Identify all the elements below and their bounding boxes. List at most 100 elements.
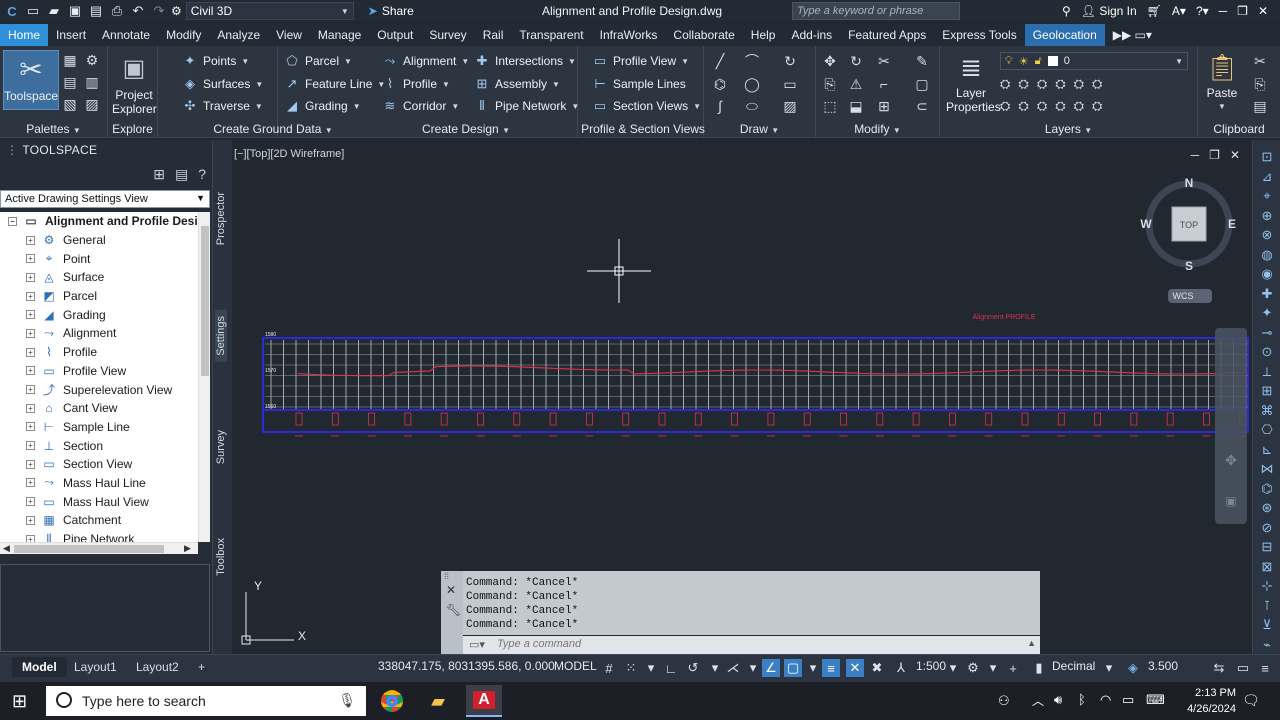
transparent-tool-icon[interactable]: ⌬ [1258, 480, 1276, 498]
transparent-tool-icon[interactable]: ⊞ [1258, 382, 1276, 400]
tab-view[interactable]: View [268, 24, 310, 46]
transparent-tool-icon[interactable]: ⎔ [1258, 421, 1276, 439]
transparent-tool-icon[interactable]: ⊾ [1258, 441, 1276, 459]
layer-unlock-icon[interactable]: ⛭ [1092, 98, 1102, 114]
toolspace-button[interactable]: ✂ Toolspace [3, 50, 59, 110]
tab-insert[interactable]: Insert [48, 24, 94, 46]
compass-west[interactable]: W [1140, 217, 1152, 231]
expand-icon[interactable]: + [26, 403, 35, 413]
settings-icon[interactable]: ⚙ [84, 52, 100, 68]
line-icon[interactable]: ╱ [712, 53, 728, 69]
tab-model[interactable]: Model [12, 657, 67, 677]
transparent-tool-icon[interactable]: ⋈ [1258, 460, 1276, 478]
expand-icon[interactable]: + [26, 347, 35, 357]
section-views-button[interactable]: ▭ Section Views ▼ [592, 98, 701, 114]
expand-icon[interactable]: + [26, 478, 35, 488]
tab-settings[interactable]: Settings [215, 310, 227, 362]
transparent-tool-icon[interactable]: ⌘ [1258, 402, 1276, 420]
transparent-tool-icon[interactable]: ⊡ [1258, 148, 1276, 166]
toolspace-view-select[interactable]: Active Drawing Settings View ▼ [0, 190, 210, 208]
chevron-down-icon[interactable]: ▾ [984, 659, 1002, 677]
array-icon[interactable]: ⊞ [876, 98, 892, 114]
tab-annotate[interactable]: Annotate [94, 24, 158, 46]
units-display[interactable]: Decimal [1052, 659, 1095, 673]
expand-icon[interactable]: + [26, 328, 35, 338]
help-icon[interactable]: ?▾ [1196, 4, 1209, 18]
layer-lock-icon[interactable]: ⛭ [1092, 76, 1102, 92]
scroll-right-icon[interactable]: ▶ [184, 543, 191, 554]
project-explorer-button[interactable]: ▣ Project Explorer [112, 52, 157, 117]
expand-icon[interactable]: + [26, 254, 35, 264]
transparent-tool-icon[interactable]: ⊙ [1258, 343, 1276, 361]
layer-thaw-icon[interactable]: ⛭ [1074, 98, 1084, 114]
offset-icon[interactable]: ⊂ [914, 98, 930, 114]
workspace-dropdown[interactable]: Civil 3D ▼ [185, 2, 354, 20]
tree-item-sample-line[interactable]: + ⊢ Sample Line [0, 418, 210, 437]
tab-rail[interactable]: Rail [475, 24, 512, 46]
annotation-scale[interactable]: 1:500 [916, 659, 946, 673]
profile-button[interactable]: ⌇ Profile ▼ [382, 76, 450, 92]
move-icon[interactable]: ✥ [822, 53, 838, 69]
tab-layout2[interactable]: Layout2 [126, 657, 189, 677]
microphone-icon[interactable]: 🎙︎ [338, 692, 356, 709]
pan-icon[interactable]: ✥ [1225, 453, 1237, 469]
tab-express-tools[interactable]: Express Tools [934, 24, 1024, 46]
tree-options-icon[interactable]: ⊞ [153, 166, 165, 183]
data-shortcuts-icon[interactable]: ▧ [62, 96, 78, 112]
erase-icon[interactable]: ✎ [914, 53, 930, 69]
clean-screen-icon[interactable]: ▭ [1234, 659, 1252, 677]
customization-icon[interactable]: ≡ [1256, 659, 1274, 677]
object-snap-icon[interactable]: ▢ [784, 659, 802, 677]
annotation-visibility-icon[interactable]: ✖ [868, 659, 886, 677]
hatch-icon[interactable]: ▨ [782, 98, 798, 114]
grip-icon[interactable]: ⋮ [6, 143, 18, 157]
customize-icon[interactable]: 🔧︎ [446, 603, 461, 617]
units-icon[interactable]: ▮ [1030, 659, 1048, 677]
search-icon[interactable]: ⚲ [1062, 4, 1071, 18]
viewcube[interactable]: TOP N S W E WCS [1140, 176, 1236, 303]
autocad-app-icon[interactable]: A [466, 685, 502, 717]
feature-line-button[interactable]: ↗ Feature Line ▼ [284, 76, 386, 92]
expand-icon[interactable]: + [26, 422, 35, 432]
quick-properties-icon[interactable]: ⇆ [1210, 659, 1228, 677]
layer-off-icon[interactable]: ⛭ [1055, 76, 1065, 92]
tree-item-point[interactable]: + ⌖ Point [0, 249, 210, 268]
grip-icon[interactable]: ⁞⁞ [444, 571, 449, 581]
draw-title[interactable]: Draw ▼ [704, 122, 815, 136]
minimize-button[interactable]: ─ [1219, 4, 1228, 18]
layer-merge-icon[interactable]: ⛭ [1018, 98, 1028, 114]
chevron-down-icon[interactable]: ▾ [944, 659, 962, 677]
tab-featured-apps[interactable]: Featured Apps [840, 24, 934, 46]
intersections-button[interactable]: ✚ Intersections ▼ [474, 53, 576, 69]
workspace-gear-icon[interactable]: ⚙ [964, 659, 982, 677]
selection-cycling-icon[interactable]: ✕ [846, 659, 864, 677]
ribbon-overflow-icon[interactable]: ▶▶ ▭▾ [1105, 24, 1160, 46]
tree-item-pipe-network[interactable]: + ⫴ Pipe Network [0, 530, 210, 542]
transparent-tool-icon[interactable]: ⟂ [1258, 363, 1276, 381]
object-snap-tracking-icon[interactable]: ∠ [762, 659, 780, 677]
lineweight-icon[interactable]: ≡ [822, 659, 840, 677]
sample-lines-button[interactable]: ⊢ Sample Lines [592, 76, 685, 92]
share-button[interactable]: ➤ Share [368, 4, 414, 18]
people-icon[interactable]: ⚇ [998, 693, 1010, 709]
transparent-tool-icon[interactable]: ⊗ [1258, 226, 1276, 244]
corridor-button[interactable]: ≋ Corridor ▼ [382, 98, 460, 114]
transparent-tool-icon[interactable]: ◍ [1258, 246, 1276, 264]
chevron-up-icon[interactable]: ︿ [1032, 692, 1044, 709]
tree-item-profile-view[interactable]: + ▭ Profile View [0, 362, 210, 381]
notifications-icon[interactable]: 🗨︎ [1242, 692, 1260, 709]
polygon-icon[interactable]: ⌬ [712, 76, 728, 92]
tree-item-alignment[interactable]: + ⤳ Alignment [0, 324, 210, 343]
help-icon[interactable]: ? [198, 166, 206, 183]
scroll-left-icon[interactable]: ◀ [3, 543, 10, 554]
cut-icon[interactable]: ✂ [1252, 53, 1268, 69]
new-file-icon[interactable]: ▭ [25, 3, 41, 19]
match-properties-icon[interactable]: ▤ [1252, 98, 1268, 114]
scale-icon[interactable]: ⬓ [848, 98, 864, 114]
transparent-tool-icon[interactable]: ⊕ [1258, 207, 1276, 225]
tree-item-grading[interactable]: + ◢ Grading [0, 305, 210, 324]
close-button[interactable]: ✕ [1258, 4, 1268, 18]
tab-prospector[interactable]: Prospector [215, 192, 227, 245]
annotation-scale-icon[interactable]: ⅄ [892, 659, 910, 677]
transparent-tool-icon[interactable]: ⌁ [1258, 636, 1276, 654]
